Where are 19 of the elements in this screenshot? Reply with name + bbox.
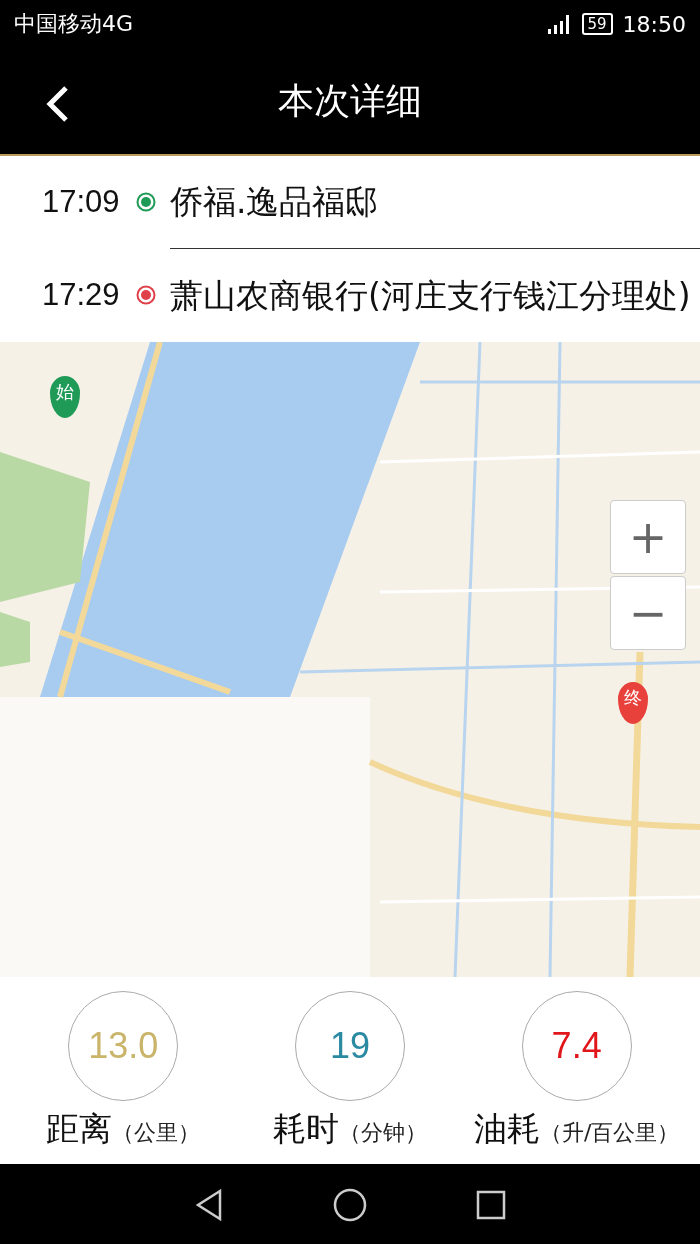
carrier-text: 中国移动4G [14,10,134,38]
stat-label: 耗时 [273,1108,339,1150]
zoom-in-button[interactable]: + [610,500,686,574]
home-nav-icon[interactable] [333,1188,367,1222]
unit-text: （公里） [112,1119,201,1147]
page-title: 本次详细 [278,78,422,123]
recents-nav-icon[interactable] [475,1190,506,1220]
time-text: 17:29 [42,277,121,313]
time-text: 17:09 [42,184,121,220]
stat-label: 距离 [46,1108,113,1150]
signal-icon [545,14,572,34]
unit-text: （升/百公里） [539,1119,680,1147]
battery-icon: 59 [581,13,613,35]
place-name: 侨福.逸品福邸 [170,184,379,220]
zoom-out-button[interactable]: − [610,576,686,650]
stat-label: 油耗 [473,1108,540,1150]
place-name: 萧山农商银行(河庄支行钱江分理处) [170,277,691,314]
clock-text: 18:50 [622,11,686,37]
unit-text: （分钟） [339,1119,427,1147]
